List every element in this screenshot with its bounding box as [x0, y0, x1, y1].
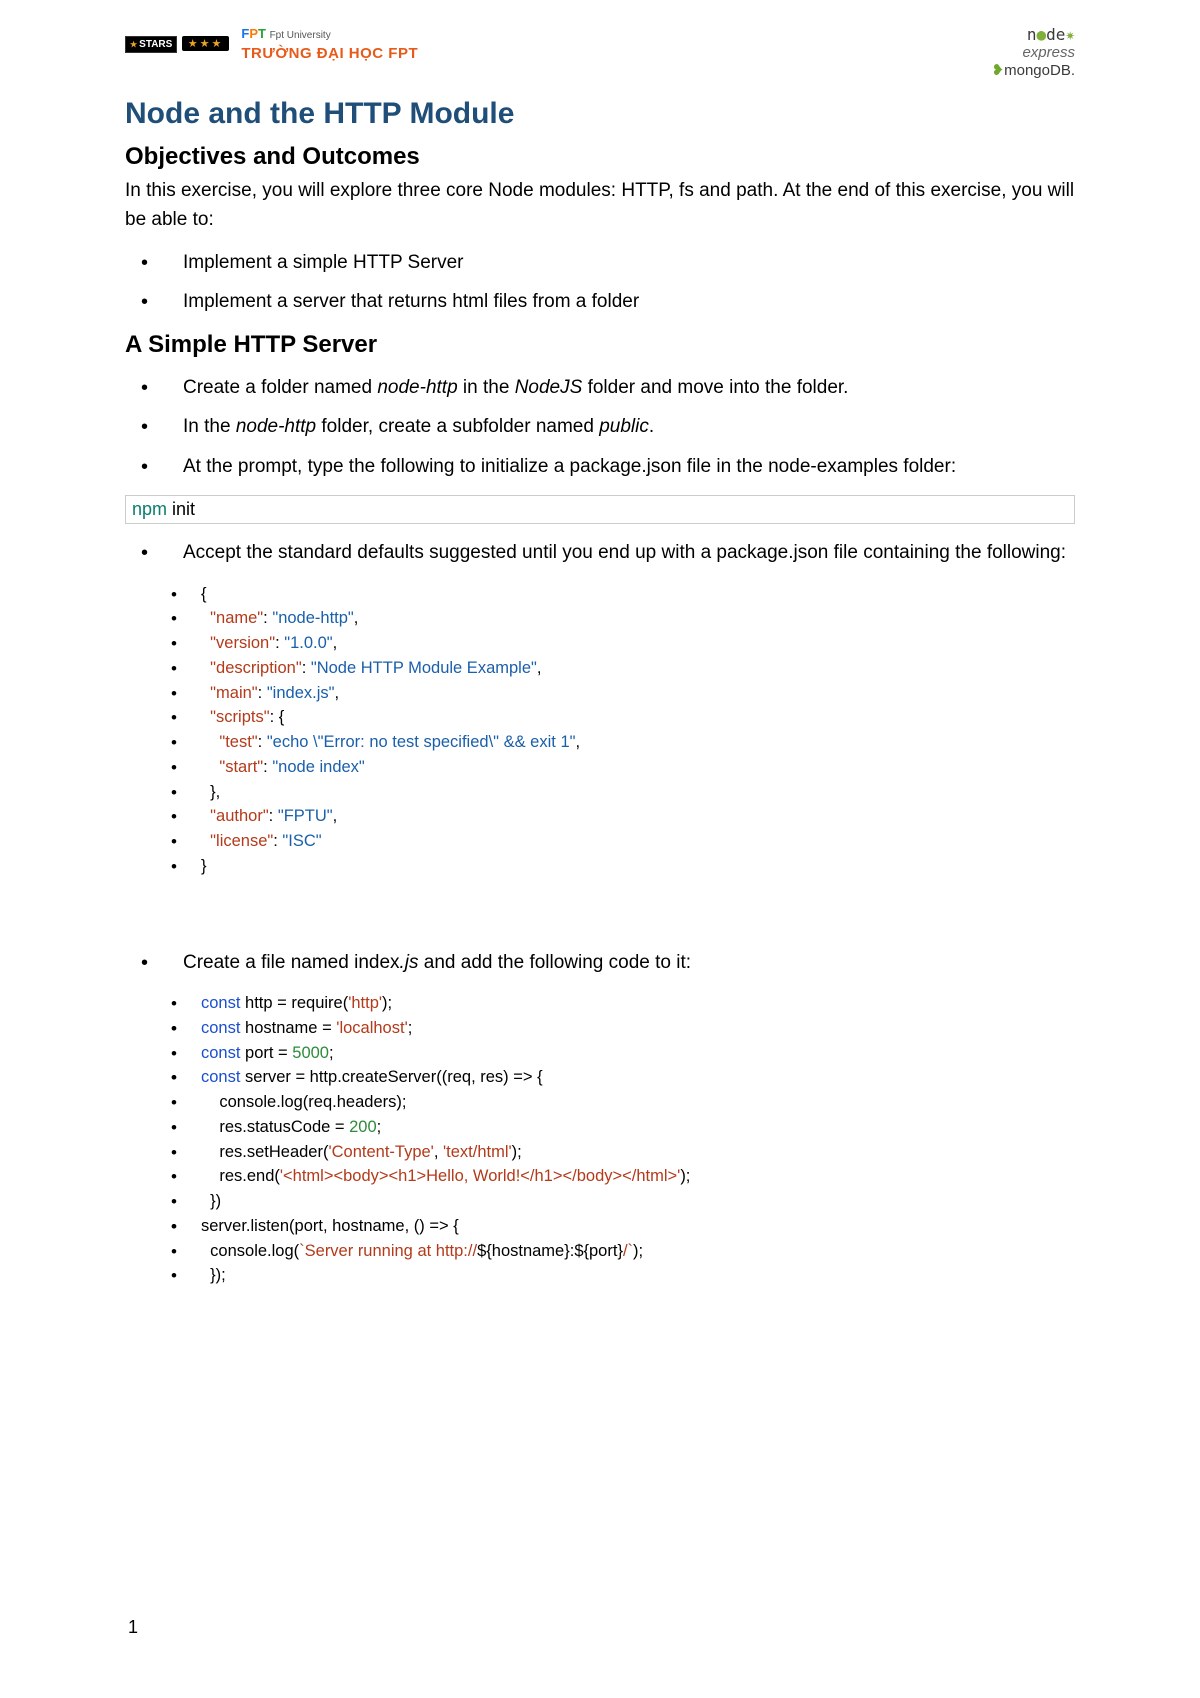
code-line: const http = require('http'); — [171, 991, 1075, 1016]
express-logo: express — [992, 44, 1075, 61]
code-line: const server = http.createServer((req, r… — [171, 1065, 1075, 1090]
code-line: "name": "node-http", — [171, 606, 1075, 631]
intro-paragraph: In this exercise, you will explore three… — [125, 177, 1075, 234]
fpt-sub: Fpt University — [270, 30, 331, 41]
logo-left: ★ STARS ★★★ FPT Fpt University TRƯỜNG ĐẠ… — [125, 25, 418, 62]
stars-badge-group: ★ STARS ★★★ — [125, 34, 229, 53]
code-line: res.statusCode = 200; — [171, 1115, 1075, 1140]
code-line: "start": "node index" — [171, 755, 1075, 780]
cmd-rest: init — [167, 499, 195, 519]
code-line: server.listen(port, hostname, () => { — [171, 1214, 1075, 1239]
mongodb-logo: ❥mongoDB. — [992, 61, 1075, 79]
list-item: Create a file named index.js and add the… — [125, 948, 1075, 977]
heading-simple-server: A Simple HTTP Server — [125, 331, 1075, 359]
code-line: }) — [171, 1189, 1075, 1214]
objectives-list: Implement a simple HTTP Server Implement… — [125, 248, 1075, 317]
page-header: ★ STARS ★★★ FPT Fpt University TRƯỜNG ĐẠ… — [125, 25, 1075, 79]
code-line: res.end('<html><body><h1>Hello, World!</… — [171, 1164, 1075, 1189]
fpt-logo: FPT Fpt University TRƯỜNG ĐẠI HỌC FPT — [241, 25, 418, 62]
stars-label: STARS — [139, 39, 172, 50]
cmd-keyword: npm — [132, 499, 167, 519]
code-line: "scripts": { — [171, 705, 1075, 730]
stars-badge: ★ STARS — [125, 36, 177, 53]
page-title: Node and the HTTP Module — [125, 97, 1075, 131]
leaf-icon: ❥ — [992, 62, 1005, 79]
code-line: "description": "Node HTTP Module Example… — [171, 656, 1075, 681]
package-json-code: { "name": "node-http", "version": "1.0.0… — [171, 582, 1075, 879]
node-logo: n●de✷ — [992, 25, 1075, 44]
command-box: npm init — [125, 495, 1075, 524]
code-line: "license": "ISC" — [171, 829, 1075, 854]
code-line: { — [171, 582, 1075, 607]
code-line: }); — [171, 1263, 1075, 1288]
list-item: Implement a server that returns html fil… — [125, 287, 1075, 316]
steps-list-b: Accept the standard defaults suggested u… — [125, 538, 1075, 567]
star-icon: ★ — [130, 40, 137, 49]
code-line: "version": "1.0.0", — [171, 631, 1075, 656]
page-number: 1 — [128, 1617, 138, 1638]
steps-list-c: Create a file named index.js and add the… — [125, 948, 1075, 977]
list-item: At the prompt, type the following to ini… — [125, 452, 1075, 481]
steps-list-a: Create a folder named node-http in the N… — [125, 373, 1075, 481]
list-item: Create a folder named node-http in the N… — [125, 373, 1075, 402]
code-line: const port = 5000; — [171, 1041, 1075, 1066]
code-line: "author": "FPTU", — [171, 804, 1075, 829]
code-line: "test": "echo \"Error: no test specified… — [171, 730, 1075, 755]
code-line: "main": "index.js", — [171, 681, 1075, 706]
list-item: In the node-http folder, create a subfol… — [125, 412, 1075, 441]
code-line: console.log(req.headers); — [171, 1090, 1075, 1115]
index-js-code: const http = require('http');const hostn… — [171, 991, 1075, 1288]
code-line: console.log(`Server running at http://${… — [171, 1239, 1075, 1264]
heading-objectives: Objectives and Outcomes — [125, 143, 1075, 171]
code-line: }, — [171, 780, 1075, 805]
stars-row-icon: ★★★ — [182, 36, 230, 51]
code-line: } — [171, 854, 1075, 879]
logo-right: n●de✷ express ❥mongoDB. — [992, 25, 1075, 79]
university-name: TRƯỜNG ĐẠI HỌC FPT — [241, 45, 418, 62]
list-item: Accept the standard defaults suggested u… — [125, 538, 1075, 567]
list-item: Implement a simple HTTP Server — [125, 248, 1075, 277]
code-line: res.setHeader('Content-Type', 'text/html… — [171, 1140, 1075, 1165]
code-line: const hostname = 'localhost'; — [171, 1016, 1075, 1041]
